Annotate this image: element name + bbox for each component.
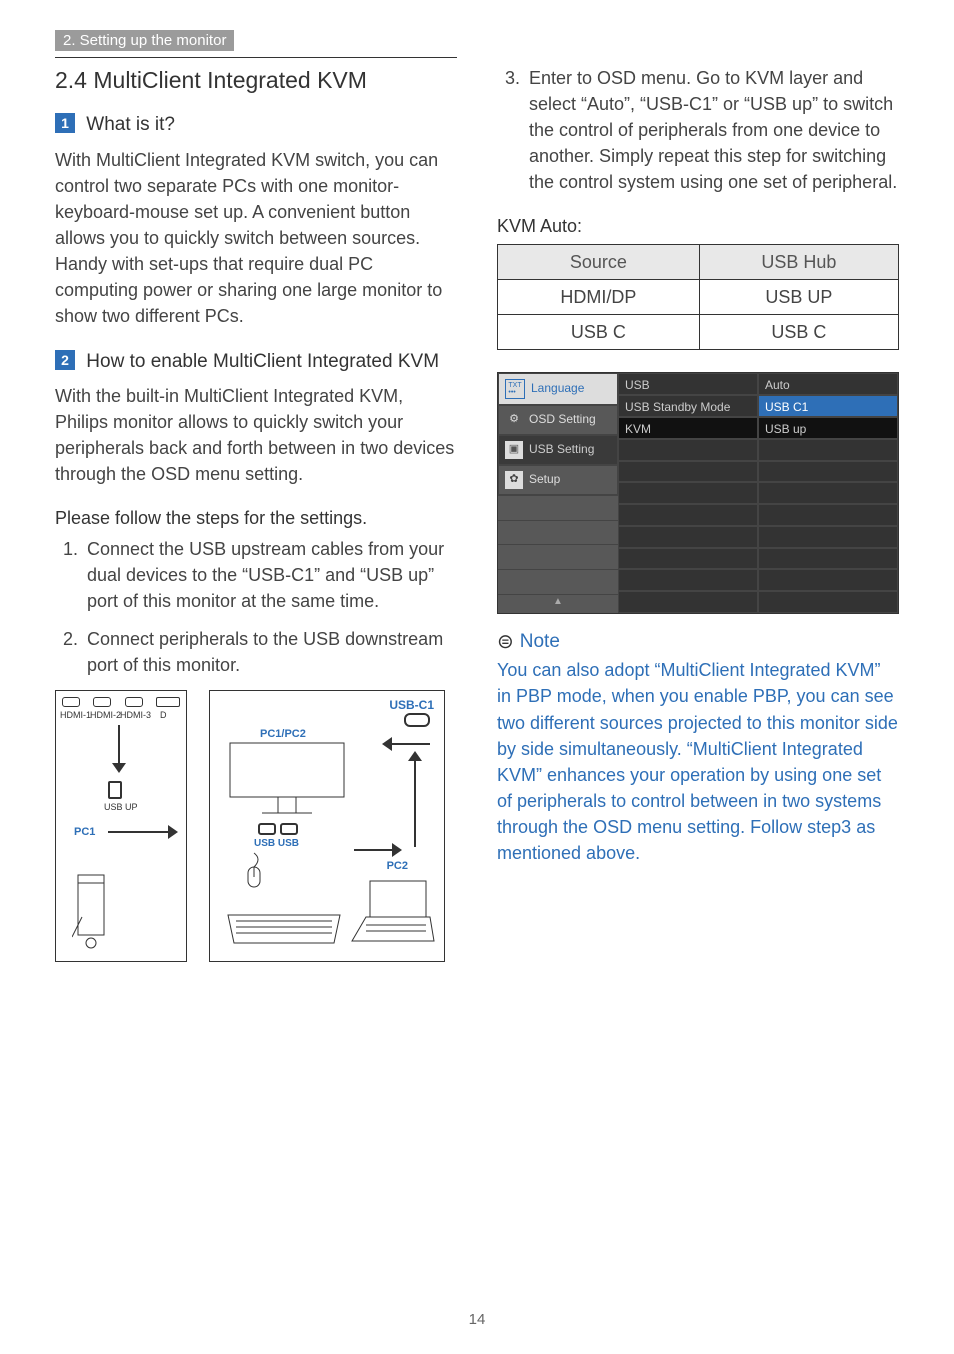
label-usbc1: USB-C1 <box>389 697 434 714</box>
osd-tab-label: Language <box>531 380 584 397</box>
osd-item-kvm: KVM <box>618 417 758 439</box>
mouse-icon <box>240 851 268 891</box>
keyboard-icon <box>224 909 344 949</box>
osd-item: USB <box>618 373 758 395</box>
language-icon: TXT••• <box>505 379 525 399</box>
osd-nav-arrow: ▲ <box>498 594 618 613</box>
osd-tab-column: TXT••• Language ⚙ OSD Setting ▣ USB Sett… <box>498 373 618 613</box>
step-2: Connect peripherals to the USB downstrea… <box>83 626 457 678</box>
block1-body: With MultiClient Integrated KVM switch, … <box>55 147 457 330</box>
label-hdmi1: HDMI-1 <box>60 709 91 722</box>
gear-icon: ✿ <box>505 471 523 489</box>
osd-value: Auto <box>758 373 898 395</box>
block2-heading: 2 How to enable MultiClient Integrated K… <box>55 348 457 376</box>
osd-tab-label: Setup <box>529 471 560 488</box>
note-title: Note <box>520 628 560 656</box>
step-1: Connect the USB upstream cables from you… <box>83 536 457 614</box>
osd-tab-setup: ✿ Setup <box>498 465 618 495</box>
note-body: You can also adopt “MultiClient Integrat… <box>497 657 899 866</box>
block2-title: How to enable MultiClient Integrated KVM <box>86 351 439 372</box>
steps-list: Connect the USB upstream cables from you… <box>55 536 457 678</box>
diagram-devices: USB-C1 PC1/PC2 <box>209 690 445 962</box>
cell: USB C <box>498 314 700 349</box>
badge-1: 1 <box>55 113 75 133</box>
osd-tab-label: USB Setting <box>529 441 594 458</box>
table-row: USB C USB C <box>498 314 899 349</box>
osd-tab-label: OSD Setting <box>529 411 596 428</box>
cell: USB C <box>699 314 898 349</box>
osd-col-values: Auto USB C1 USB up <box>758 373 898 613</box>
block1-heading: 1 What is it? <box>55 111 457 139</box>
note-heading: ⊜ Note <box>497 628 899 656</box>
left-column: 2.4 MultiClient Integrated KVM 1 What is… <box>55 55 457 962</box>
label-hdmi3: HDMI-3 <box>120 709 151 722</box>
block1-title: What is it? <box>86 114 175 135</box>
osd-value: USB up <box>758 417 898 439</box>
badge-2: 2 <box>55 350 75 370</box>
kvm-table-title: KVM Auto: <box>497 213 899 239</box>
right-column: Enter to OSD menu. Go to KVM layer and s… <box>497 55 899 962</box>
page-number: 14 <box>0 1311 954 1328</box>
label-dp: D <box>160 709 167 722</box>
laptop-icon <box>346 877 436 949</box>
osd-tab-osdsetting: ⚙ OSD Setting <box>498 405 618 435</box>
cell: HDMI/DP <box>498 279 700 314</box>
diagram-row: HDMI-1 HDMI-2 HDMI-3 D USB UP PC1 <box>55 690 457 962</box>
label-pc1: PC1 <box>74 825 95 841</box>
gear-outline-icon: ⚙ <box>505 411 523 429</box>
osd-value-selected: USB C1 <box>758 395 898 417</box>
section-title: 2.4 MultiClient Integrated KVM <box>55 64 457 97</box>
kvm-auto-table: Source USB Hub HDMI/DP USB UP USB C USB … <box>497 244 899 350</box>
usbup-port-icon <box>108 781 122 799</box>
pc-tower-icon <box>72 873 112 953</box>
label-pc2: PC2 <box>387 859 408 875</box>
table-row: HDMI/DP USB UP <box>498 279 899 314</box>
monitor-icon <box>228 741 348 821</box>
kvm-header-usbhub: USB Hub <box>699 244 898 279</box>
steps-list-cont: Enter to OSD menu. Go to KVM layer and s… <box>497 65 899 195</box>
kvm-header-source: Source <box>498 244 700 279</box>
osd-tab-usbsetting: ▣ USB Setting <box>498 435 618 465</box>
step-3: Enter to OSD menu. Go to KVM layer and s… <box>525 65 899 195</box>
label-usbusb: USB USB <box>254 837 299 852</box>
note-icon: ⊜ <box>497 632 514 652</box>
block2-body: With the built-in MultiClient Integrated… <box>55 383 457 487</box>
cell: USB UP <box>699 279 898 314</box>
label-hdmi2: HDMI-2 <box>90 709 121 722</box>
osd-tab-language: TXT••• Language <box>498 373 618 405</box>
osd-screenshot: TXT••• Language ⚙ OSD Setting ▣ USB Sett… <box>497 372 899 614</box>
osd-item: USB Standby Mode <box>618 395 758 417</box>
usb-settings-icon: ▣ <box>505 441 523 459</box>
label-usbup: USB UP <box>104 801 138 814</box>
steps-intro: Please follow the steps for the settings… <box>55 505 457 531</box>
diagram-ports: HDMI-1 HDMI-2 HDMI-3 D USB UP PC1 <box>55 690 187 962</box>
chapter-tab: 2. Setting up the monitor <box>55 30 234 51</box>
osd-col-settings: USB USB Standby Mode KVM <box>618 373 758 613</box>
